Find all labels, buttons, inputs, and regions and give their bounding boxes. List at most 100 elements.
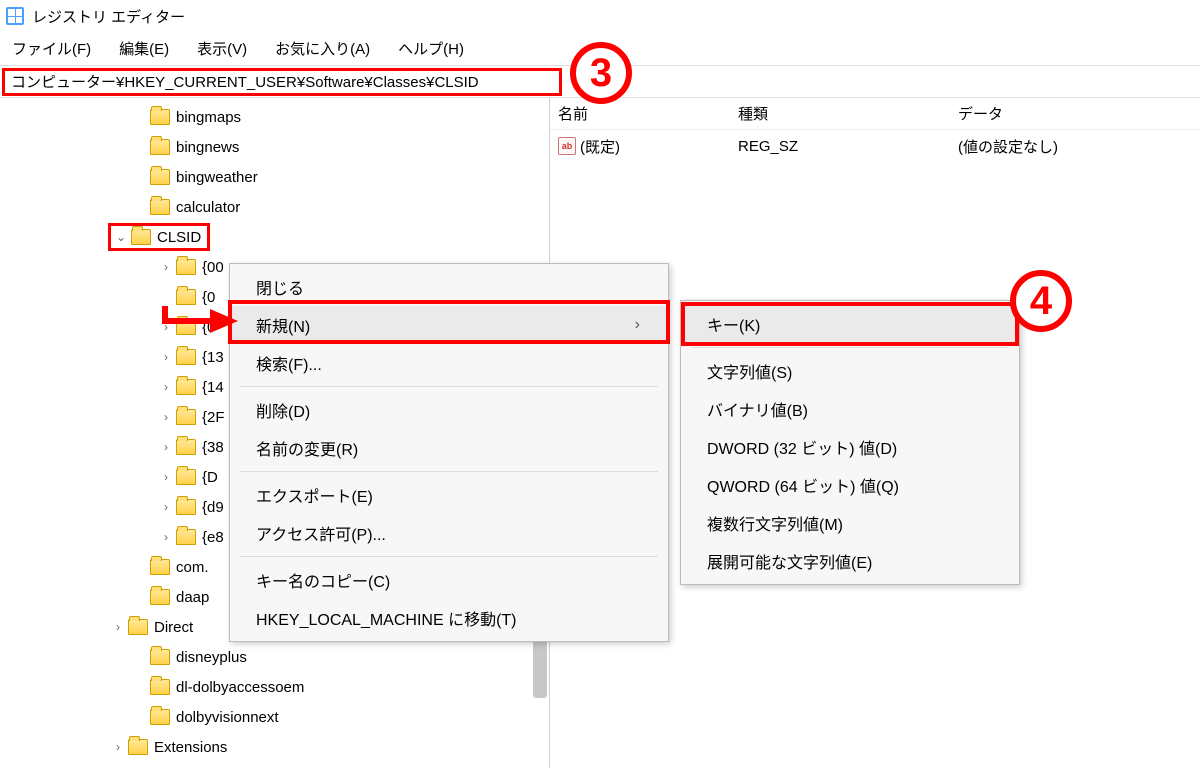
tree-item[interactable]: dl-dolbyaccessoem: [0, 672, 549, 702]
expander-icon[interactable]: ›: [158, 499, 174, 515]
context-menu-rename[interactable]: 名前の変更(R): [230, 429, 668, 467]
folder-icon: [150, 679, 170, 695]
context-menu-new-label: 新規(N): [256, 313, 310, 337]
tree-label: {13: [202, 349, 224, 366]
folder-icon: [150, 709, 170, 725]
folder-icon: [176, 379, 196, 395]
tree-label: {0: [202, 289, 215, 306]
expander-icon[interactable]: ›: [110, 739, 126, 755]
context-menu-new[interactable]: 新規(N) ›: [230, 306, 668, 344]
tree-label: bingweather: [176, 169, 258, 186]
submenu-expandstring[interactable]: 展開可能な文字列値(E): [681, 542, 1019, 580]
context-menu-permissions[interactable]: アクセス許可(P)...: [230, 514, 668, 552]
folder-icon: [176, 439, 196, 455]
context-menu-export[interactable]: エクスポート(E): [230, 476, 668, 514]
tree-label: {e8: [202, 529, 224, 546]
tree-label: Direct: [154, 619, 193, 636]
expander-icon[interactable]: ›: [158, 439, 174, 455]
tree-item[interactable]: dolbyvisionnext: [0, 702, 549, 732]
folder-icon: [176, 319, 196, 335]
tree-item[interactable]: bingnews: [0, 132, 549, 162]
column-header-data[interactable]: データ: [958, 103, 1200, 124]
context-menu-delete[interactable]: 削除(D): [230, 391, 668, 429]
tree-label: {14: [202, 379, 224, 396]
folder-icon: [176, 349, 196, 365]
window-title: レジストリ エディター: [32, 6, 185, 27]
folder-icon: [150, 199, 170, 215]
expander-icon[interactable]: ⌄: [113, 229, 129, 245]
expander-icon[interactable]: ›: [158, 379, 174, 395]
tree-label: disneyplus: [176, 649, 247, 666]
folder-icon: [150, 559, 170, 575]
menu-edit[interactable]: 編集(E): [113, 34, 175, 63]
folder-icon: [131, 229, 151, 245]
folder-icon: [150, 649, 170, 665]
folder-icon: [128, 739, 148, 755]
folder-icon: [128, 619, 148, 635]
tree-label: calculator: [176, 199, 240, 216]
separator: [240, 471, 658, 472]
value-row[interactable]: ab (既定) REG_SZ (値の設定なし): [550, 130, 1200, 162]
regedit-icon: [6, 7, 24, 25]
address-bar[interactable]: コンピューター¥HKEY_CURRENT_USER¥Software¥Class…: [2, 68, 562, 96]
separator: [691, 347, 1009, 348]
tree-item[interactable]: bingmaps: [0, 102, 549, 132]
column-header-type[interactable]: 種類: [738, 103, 958, 124]
tree-label: {2F: [202, 409, 225, 426]
expander-icon[interactable]: ›: [158, 529, 174, 545]
menu-favorites[interactable]: お気に入り(A): [269, 34, 376, 63]
expander-icon[interactable]: [158, 289, 174, 305]
folder-icon: [150, 109, 170, 125]
value-type: REG_SZ: [738, 138, 958, 155]
context-menu-find[interactable]: 検索(F)...: [230, 344, 668, 382]
callout-number-4: 4: [1010, 270, 1072, 332]
folder-icon: [176, 289, 196, 305]
folder-icon: [176, 469, 196, 485]
separator: [240, 556, 658, 557]
tree-item[interactable]: disneyplus: [0, 642, 549, 672]
folder-icon: [150, 589, 170, 605]
value-data: (値の設定なし): [958, 136, 1200, 157]
tree-label: bingmaps: [176, 109, 241, 126]
menu-view[interactable]: 表示(V): [191, 34, 253, 63]
submenu-qword[interactable]: QWORD (64 ビット) 値(Q): [681, 466, 1019, 504]
tree-label: dl-dolbyaccessoem: [176, 679, 304, 696]
tree-item-clsid[interactable]: ⌄ CLSID: [0, 222, 549, 252]
submenu-multistring[interactable]: 複数行文字列値(M): [681, 504, 1019, 542]
expander-icon[interactable]: ›: [110, 619, 126, 635]
folder-icon: [176, 409, 196, 425]
tree-item[interactable]: › Extensions: [0, 732, 549, 762]
submenu-key[interactable]: キー(K): [681, 305, 1019, 343]
menu-help[interactable]: ヘルプ(H): [392, 34, 470, 63]
context-menu-goto-hklm[interactable]: HKEY_LOCAL_MACHINE に移動(T): [230, 599, 668, 637]
chevron-right-icon: ›: [595, 316, 640, 334]
tree-item[interactable]: calculator: [0, 192, 549, 222]
expander-icon[interactable]: ›: [158, 409, 174, 425]
expander-icon[interactable]: ›: [158, 349, 174, 365]
context-menu: 閉じる 新規(N) › 検索(F)... 削除(D) 名前の変更(R) エクスポ…: [229, 263, 669, 642]
context-menu-close[interactable]: 閉じる: [230, 268, 668, 306]
submenu-string[interactable]: 文字列値(S): [681, 352, 1019, 390]
context-submenu-new: キー(K) 文字列値(S) バイナリ値(B) DWORD (32 ビット) 値(…: [680, 300, 1020, 585]
expander-icon[interactable]: ›: [158, 319, 174, 335]
tree-label: CLSID: [157, 229, 201, 246]
submenu-binary[interactable]: バイナリ値(B): [681, 390, 1019, 428]
submenu-dword[interactable]: DWORD (32 ビット) 値(D): [681, 428, 1019, 466]
tree-label: dolbyvisionnext: [176, 709, 279, 726]
folder-icon: [150, 139, 170, 155]
tree-label: {0: [202, 319, 215, 336]
expander-icon[interactable]: ›: [158, 259, 174, 275]
folder-icon: [176, 529, 196, 545]
tree-label: Extensions: [154, 739, 227, 756]
separator: [240, 386, 658, 387]
folder-icon: [150, 169, 170, 185]
tree-label: {d9: [202, 499, 224, 516]
tree-label: bingnews: [176, 139, 239, 156]
tree-item[interactable]: bingweather: [0, 162, 549, 192]
tree-label: {00: [202, 259, 224, 276]
folder-icon: [176, 259, 196, 275]
context-menu-copy-key-name[interactable]: キー名のコピー(C): [230, 561, 668, 599]
expander-icon[interactable]: ›: [158, 469, 174, 485]
column-header-name[interactable]: 名前: [558, 103, 738, 124]
menu-file[interactable]: ファイル(F): [6, 34, 97, 63]
